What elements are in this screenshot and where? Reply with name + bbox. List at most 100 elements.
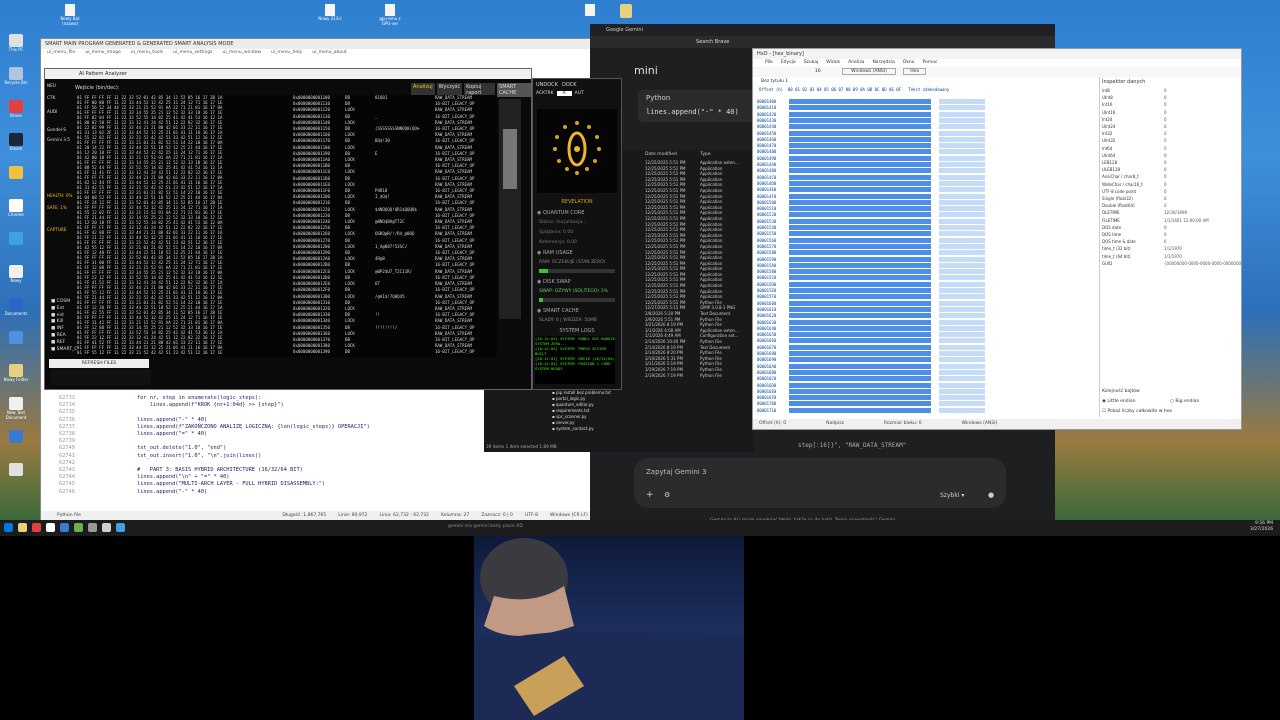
header-type[interactable]: Type (700, 152, 710, 157)
inspector-row[interactable]: DOS date 0 (1102, 224, 1240, 231)
hex-bytes[interactable] (789, 231, 931, 237)
decoded-text[interactable] (939, 162, 985, 167)
hex-bytes[interactable] (789, 162, 931, 167)
microphone-icon[interactable]: ● (988, 491, 994, 499)
hex-bytes[interactable] (789, 300, 931, 306)
tree-item[interactable]: ■ SMART_CACHE (51, 347, 90, 354)
inspector-row[interactable]: time_t (32 bit) 1/1/1970 (1102, 245, 1240, 252)
hex-bytes[interactable] (789, 212, 931, 218)
hex-bytes[interactable] (789, 313, 931, 319)
decoded-text[interactable] (939, 193, 985, 199)
decoded-text[interactable] (939, 199, 985, 205)
inspector-row[interactable]: UInt24 0 (1102, 123, 1240, 130)
hex-bytes[interactable] (789, 376, 931, 382)
desktop-icon[interactable] (575, 4, 605, 16)
hex-bytes[interactable] (789, 369, 931, 375)
inspector-row[interactable]: OLETIME 12/30/1899 (1102, 209, 1240, 216)
decoded-text[interactable] (939, 99, 985, 104)
hex-dump[interactable]: 01 FF FF FF FF 11 22 33 52 01 42 85 34 1… (77, 95, 293, 357)
hex-bytes[interactable] (789, 206, 931, 212)
decoded-text[interactable] (939, 357, 985, 363)
hex-bytes[interactable] (789, 124, 931, 130)
decoded-text[interactable] (939, 243, 985, 249)
menu-item[interactable]: ui_menu_help (271, 50, 302, 55)
menu-item[interactable]: ui_menu_window (223, 50, 262, 55)
desktop-icon[interactable]: Recycle Bin (2, 67, 30, 85)
decoded-text[interactable] (939, 149, 985, 155)
inspector-row[interactable]: UInt64 0 (1102, 152, 1240, 159)
inspector-row[interactable]: ULEB128 0 (1102, 166, 1240, 173)
dock-tab[interactable]: DOCK (562, 82, 577, 88)
desktop-icon[interactable] (2, 430, 30, 443)
smart-cache-button[interactable]: SMART CACHE (497, 83, 531, 97)
tree-item[interactable]: ■ REA (51, 333, 73, 340)
analyzer-scrollbar[interactable] (499, 99, 521, 319)
decoded-text[interactable] (939, 262, 985, 268)
add-icon[interactable]: + (646, 490, 654, 500)
tree-item[interactable]: ■ COSM (51, 299, 73, 306)
desktop-icon[interactable] (2, 331, 30, 344)
taskbar-app-icon[interactable] (18, 523, 27, 532)
decoded-text[interactable] (939, 288, 985, 293)
header-date[interactable]: Date modified (645, 152, 677, 157)
menu-item[interactable]: Szukaj (804, 60, 819, 65)
decoded-text[interactable] (939, 187, 985, 193)
menu-item[interactable]: ui_menu_file (47, 50, 75, 55)
decoded-text[interactable] (939, 344, 985, 350)
decoded-text[interactable] (939, 212, 985, 218)
decoded-text[interactable] (939, 155, 985, 161)
tree-item[interactable]: ■ INF (51, 326, 73, 333)
hex-bytes[interactable] (789, 149, 931, 155)
taskbar-app-icon[interactable] (60, 523, 69, 532)
menu-item[interactable]: Analiza (848, 60, 864, 65)
inspector-row[interactable]: UTF-8 code point 0 (1102, 188, 1240, 195)
hex-bytes[interactable] (789, 225, 931, 230)
inspector-row[interactable]: Int24 0 (1102, 116, 1240, 123)
inspector-row[interactable]: FILETIME 1/1/1601 12:00:00 AM (1102, 217, 1240, 224)
file-name[interactable]: ▪ system_contact.py (552, 426, 611, 432)
base-select[interactable]: Hex (903, 68, 927, 75)
decoded-text[interactable] (939, 401, 985, 407)
hex-bytes[interactable] (789, 288, 931, 293)
inspector-row[interactable]: Int16 0 (1102, 101, 1240, 108)
decoded-text[interactable] (939, 143, 985, 149)
decoded-text[interactable] (939, 332, 985, 338)
a-tab[interactable]: A (556, 91, 572, 96)
desktop-icon[interactable] (2, 463, 30, 476)
hex-bytes[interactable] (789, 351, 931, 356)
menu-item[interactable]: Narzędzia (872, 60, 894, 65)
desktop-icon[interactable]: Chrome (2, 199, 30, 217)
menu-item[interactable]: ui_menu_image (85, 50, 120, 55)
taskbar-app-icon[interactable] (116, 523, 125, 532)
scroll-thumb[interactable] (503, 129, 517, 189)
encoding-select[interactable]: Windows (ANSI) (842, 68, 896, 75)
folder-icon[interactable] (620, 4, 632, 18)
decoded-text[interactable] (939, 338, 985, 344)
prompt-input[interactable]: Zapytaj Gemini 3 (634, 458, 1006, 486)
taskbar-app-icon[interactable] (102, 523, 111, 532)
desktop-icon[interactable]: Nowy Bat (nazwa) (55, 4, 85, 26)
hex-bytes[interactable] (789, 275, 931, 281)
decoded-text[interactable] (939, 395, 985, 401)
hex-bytes[interactable] (789, 319, 931, 325)
hex-bytes[interactable] (789, 111, 931, 117)
desktop-icon[interactable] (2, 166, 30, 179)
decoded-text[interactable] (939, 105, 985, 111)
decoded-text[interactable] (939, 174, 985, 180)
decoded-text[interactable] (939, 206, 985, 212)
decoded-text[interactable] (939, 369, 985, 375)
hex-bytes[interactable] (789, 401, 931, 407)
hex-bytes[interactable] (789, 143, 931, 149)
tools-icon[interactable]: ⚙ (664, 491, 670, 499)
desktop-icon[interactable] (2, 232, 30, 245)
big-endian-radio[interactable]: ○ Big endian (1170, 399, 1199, 404)
decoded-text[interactable] (939, 111, 985, 117)
hex-bytes[interactable] (789, 237, 931, 243)
hex-bytes[interactable] (789, 136, 931, 142)
tree-item[interactable]: ■ REF (51, 340, 73, 347)
decoded-text[interactable] (939, 313, 985, 319)
menu-item[interactable]: ui_menu_tools (131, 50, 163, 55)
hex-bytes[interactable] (789, 99, 931, 104)
decoded-text[interactable] (939, 130, 985, 136)
inspector-row[interactable]: Single (float32) 0 (1102, 195, 1240, 202)
